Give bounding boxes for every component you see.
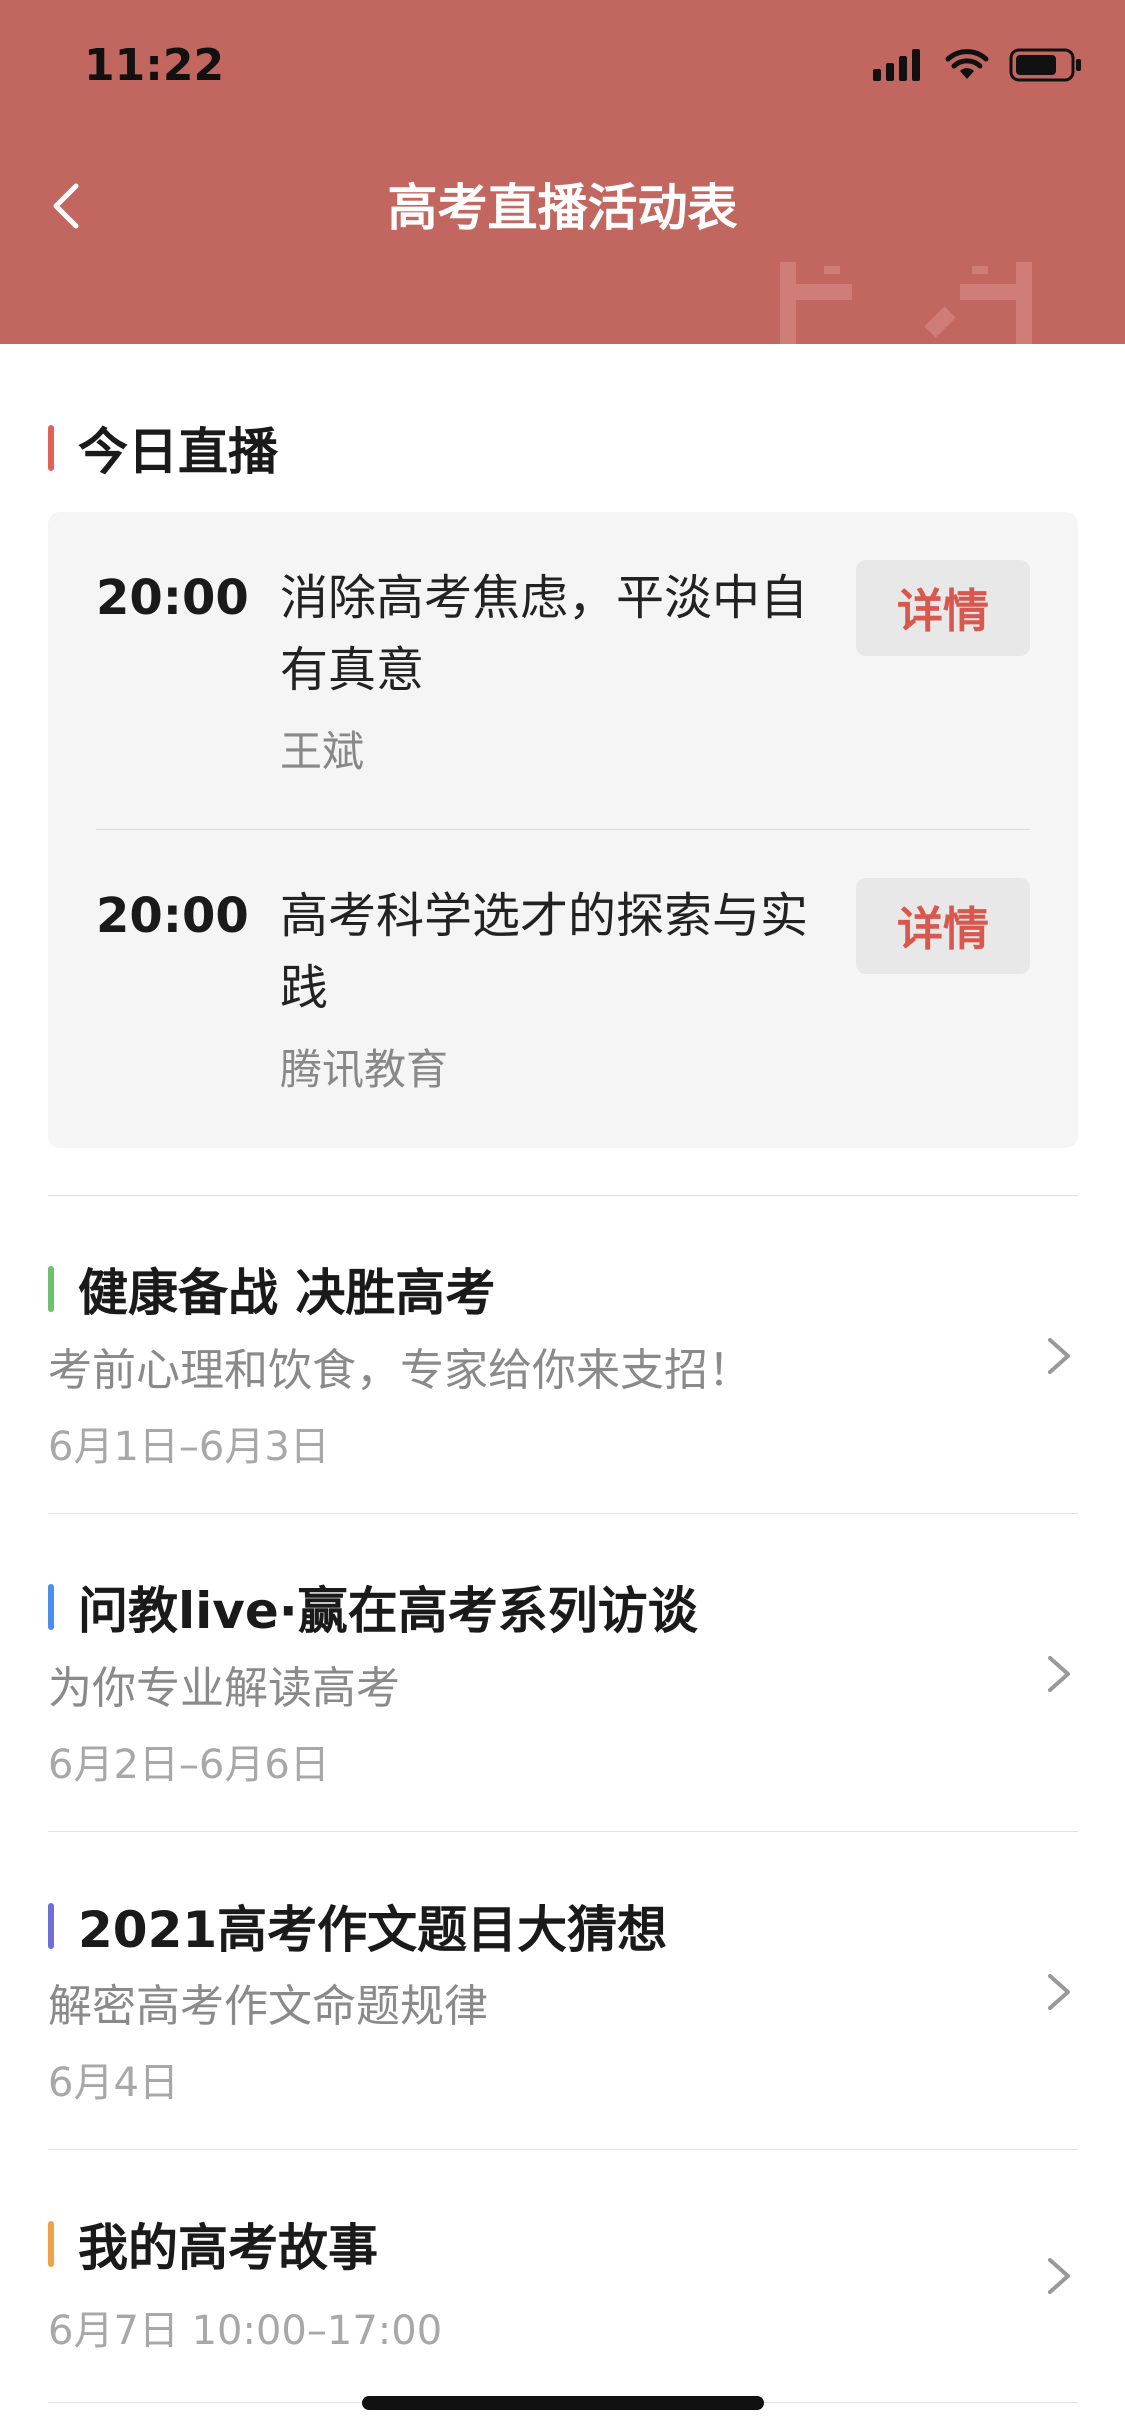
- divider: [48, 1195, 1078, 1196]
- activity-accent-bar: [48, 2221, 54, 2267]
- activity-title: 问教live·赢在高考系列访谈: [78, 1582, 698, 1640]
- detail-button[interactable]: 详情: [856, 878, 1030, 974]
- live-title: 消除高考焦虑，平淡中自有真意: [280, 570, 809, 698]
- activity-date: 6月7日 10:00–17:00: [48, 2308, 443, 2354]
- today-heading: 今日直播: [48, 412, 278, 484]
- status-time: 11:22: [84, 40, 225, 91]
- activity-heading[interactable]: 2021高考作文题目大猜想: [48, 1890, 667, 1962]
- activity-date: 6月4日: [48, 2060, 179, 2106]
- divider: [48, 1831, 1078, 1832]
- divider: [48, 2149, 1078, 2150]
- chevron-right-icon[interactable]: [1044, 1652, 1074, 1696]
- status-icons: [873, 48, 1083, 82]
- activity-date: 6月1日–6月3日: [48, 1424, 330, 1470]
- decorative-pattern: [780, 262, 1032, 344]
- activity-date: 6月2日–6月6日: [48, 1742, 330, 1788]
- activity-heading[interactable]: 问教live·赢在高考系列访谈: [48, 1571, 698, 1643]
- today-accent-bar: [48, 425, 54, 471]
- battery-icon: [1009, 48, 1081, 82]
- chevron-right-icon[interactable]: [1044, 2254, 1074, 2298]
- activity-subtitle: 解密高考作文命题规律: [48, 1981, 488, 2032]
- activity-title: 我的高考故事: [78, 2219, 378, 2277]
- live-row: 20:00 消除高考焦虑，平淡中自有真意 王斌 详情: [48, 512, 1078, 830]
- signal-icon: [873, 49, 920, 81]
- home-indicator[interactable]: [362, 2396, 764, 2410]
- header-bar: 11:22 高考直播活动表: [0, 0, 1125, 344]
- live-title: 高考科学选才的探索与实践: [280, 888, 809, 1016]
- chevron-right-icon[interactable]: [1044, 1970, 1074, 2014]
- activity-accent-bar: [48, 1266, 54, 1312]
- today-live-card: 20:00 消除高考焦虑，平淡中自有真意 王斌 详情 20:00 高考科学选才的…: [48, 512, 1078, 1148]
- detail-button[interactable]: 详情: [856, 560, 1030, 656]
- live-host: 腾讯教育: [280, 1045, 449, 1094]
- activity-subtitle: 为你专业解读高考: [48, 1663, 400, 1714]
- live-row: 20:00 高考科学选才的探索与实践 腾讯教育 详情: [48, 830, 1078, 1148]
- divider: [48, 1513, 1078, 1514]
- chevron-right-icon[interactable]: [1044, 1334, 1074, 1378]
- activity-accent-bar: [48, 1584, 54, 1630]
- activity-accent-bar: [48, 1903, 54, 1949]
- page-title: 高考直播活动表: [387, 179, 738, 237]
- activity-title: 健康备战 决胜高考: [78, 1264, 496, 1322]
- activity-title: 2021高考作文题目大猜想: [78, 1901, 668, 1959]
- wifi-icon: [945, 49, 989, 79]
- live-time: 20:00: [96, 570, 249, 626]
- live-host: 王斌: [280, 727, 365, 776]
- today-heading-text: 今日直播: [78, 423, 278, 481]
- activity-heading[interactable]: 健康备战 决胜高考: [48, 1253, 495, 1325]
- live-time: 20:00: [96, 888, 249, 944]
- activity-heading[interactable]: 我的高考故事: [48, 2208, 378, 2280]
- activity-subtitle: 考前心理和饮食，专家给你来支招！: [48, 1345, 752, 1396]
